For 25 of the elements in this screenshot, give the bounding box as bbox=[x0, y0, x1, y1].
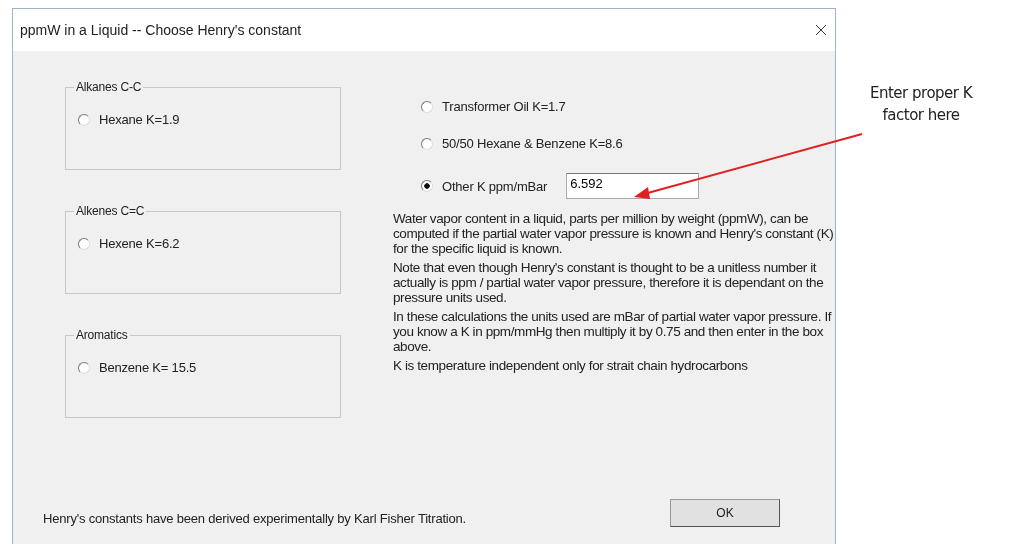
option-label: Other K ppm/mBar bbox=[442, 178, 548, 194]
radio-button[interactable] bbox=[78, 361, 90, 374]
option-label: 50/50 Hexane & Benzene K=8.6 bbox=[442, 136, 623, 151]
note-paragraph: K is temperature independent only for strait chain hydrocarbons bbox=[393, 358, 749, 373]
option-label: Benzene K= 15.5 bbox=[99, 360, 197, 375]
ok-button[interactable]: OK bbox=[670, 499, 780, 527]
close-icon[interactable] bbox=[815, 24, 827, 36]
radio-button[interactable] bbox=[78, 113, 90, 126]
radio-button[interactable] bbox=[78, 237, 90, 250]
note-paragraph: In these calculations the units used are mBar of partial water vapor pressure. If you know a K in ppm/mmHg then multiply it by 0.75 and then enter in the box above. bbox=[393, 309, 833, 354]
note-paragraph: Note that even though Henry's constant is thought to be a unitless number it actually is ppm / partial water vapor pressure, therefore it is dependant on the pressure units used. bbox=[393, 260, 825, 305]
option-label: Transformer Oil K=1.7 bbox=[442, 99, 566, 114]
option-label: Hexene K=6.2 bbox=[99, 236, 180, 251]
radio-button[interactable] bbox=[421, 137, 433, 150]
group-title: Aromatics bbox=[75, 328, 129, 342]
annotation-text: Enter proper K factor here bbox=[870, 83, 973, 126]
group-title: Alkanes C-C bbox=[75, 80, 143, 94]
group-title: Alkenes C=C bbox=[75, 204, 146, 218]
input-field[interactable]: 6.592 bbox=[566, 173, 700, 199]
radio-button[interactable] bbox=[421, 100, 433, 113]
footer-text: Henry's constants have been derived experimentally by Karl Fisher Titration. bbox=[43, 511, 466, 526]
option-label: Hexane K=1.9 bbox=[99, 112, 180, 127]
radio-button[interactable] bbox=[421, 180, 433, 192]
note-paragraph: Water vapor content in a liquid, parts per million by weight (ppmW), can be computed if the partial water vapor pressure is known and Henry's constant (K) for the specific liquid is known. bbox=[393, 211, 835, 256]
window-title: ppmW in a Liquid -- Choose Henry's constant bbox=[20, 22, 302, 38]
